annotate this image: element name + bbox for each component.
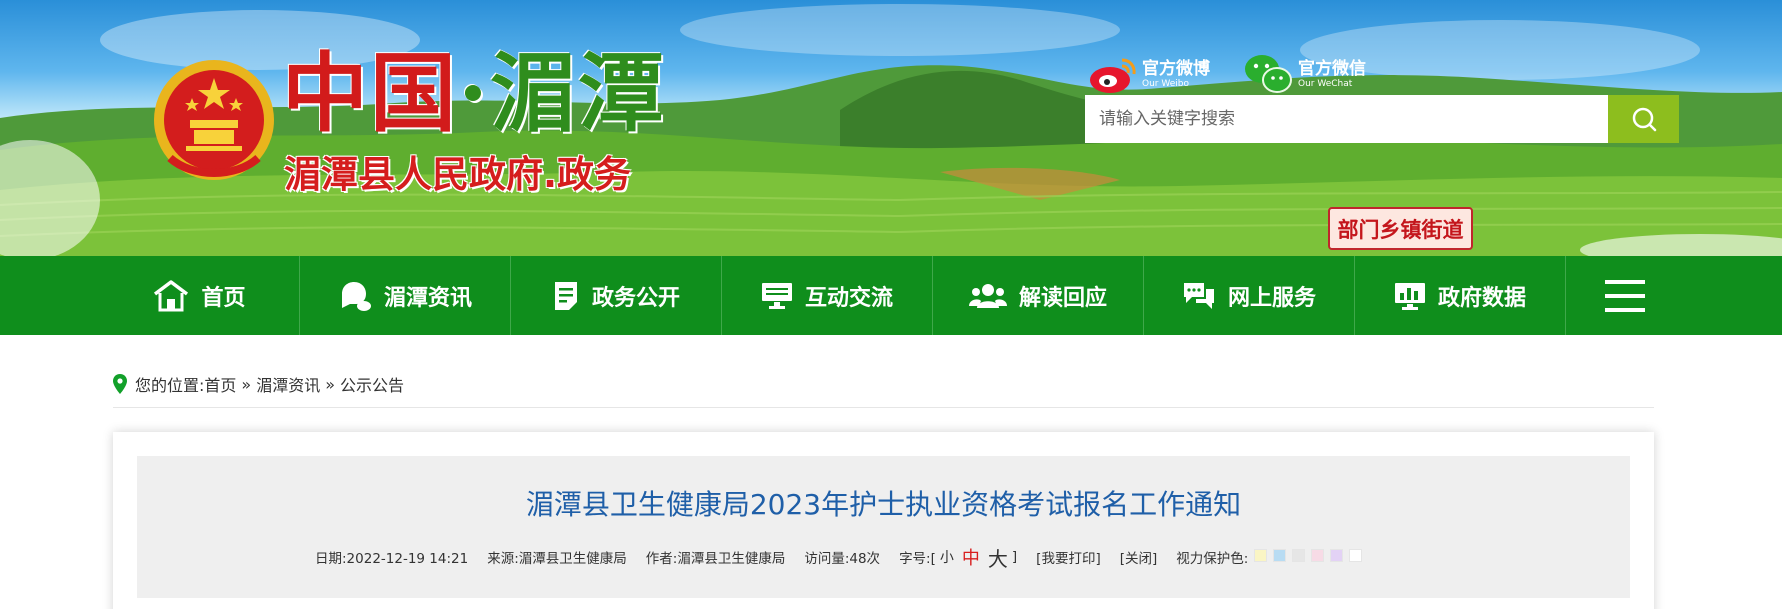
close-button[interactable]: [关闭] <box>1120 547 1158 567</box>
logo-part-china: 中国 <box>282 43 458 144</box>
home-icon <box>153 279 189 312</box>
font-size-close-bracket: ] <box>1011 549 1018 565</box>
nav-item-public-affairs[interactable]: 政务公开 <box>511 256 722 335</box>
weibo-icon <box>1090 58 1136 93</box>
nav-item-online-service[interactable]: 网上服务 <box>1144 256 1355 335</box>
font-size-label: 字号:[ <box>899 551 936 567</box>
eye-care-swatch-4[interactable] <box>1311 548 1325 562</box>
font-size-control: 字号:[ 小 中 大 ] <box>899 543 1017 572</box>
hamburger-icon <box>1605 279 1645 312</box>
article-header <box>137 456 1630 598</box>
nav-label-home: 首页 <box>201 285 246 311</box>
breadcrumb-section-link[interactable]: 湄潭资讯 <box>256 372 320 396</box>
wechat-en-label: Our WeChat <box>1298 79 1353 89</box>
people-icon <box>968 282 1007 310</box>
menu-button[interactable] <box>1568 256 1682 335</box>
site-subtitle: 湄潭县人民政府.政务 <box>284 153 632 196</box>
nav-item-interaction[interactable]: 互动交流 <box>722 256 933 335</box>
article-title: 湄潭县卫生健康局2023年护士执业资格考试报名工作通知 <box>525 488 1242 521</box>
eye-care-swatch-6[interactable] <box>1349 548 1363 562</box>
breadcrumb-separator: » <box>325 374 336 394</box>
chart-icon <box>1394 281 1426 311</box>
header-banner: 中国·湄潭 湄潭县人民政府.政务 官方微博 Our Weibo 官方微信 Our… <box>0 0 1782 256</box>
nav-label-interpretation: 解读回应 <box>1018 285 1107 311</box>
nav-item-home[interactable]: 首页 <box>100 256 300 335</box>
nav-item-interpretation[interactable]: 解读回应 <box>933 256 1144 335</box>
weibo-en-label: Our Weibo <box>1142 79 1189 89</box>
page: 中国·湄潭 湄潭县人民政府.政务 官方微博 Our Weibo 官方微信 Our… <box>0 0 1782 609</box>
nav-label-online-service: 网上服务 <box>1227 285 1316 311</box>
eye-care-swatch-2[interactable] <box>1273 548 1287 562</box>
chat-icon <box>1182 281 1216 311</box>
official-weibo-link[interactable]: 官方微博 Our Weibo <box>1088 52 1210 96</box>
article-views: 访问量:48次 <box>804 551 881 567</box>
article-meta: 日期:2022-12-19 14:21 来源:湄潭县卫生健康局 作者:湄潭县卫生… <box>315 543 1363 572</box>
weibo-label: 官方微博 <box>1142 59 1210 79</box>
national-emblem-icon <box>154 60 274 180</box>
breadcrumb-separator: » <box>241 374 252 394</box>
search-icon <box>1632 107 1656 132</box>
nav-label-public-affairs: 政务公开 <box>591 285 680 311</box>
logo-part-meitan: 湄潭 <box>489 43 666 144</box>
nav-label-news: 湄潭资讯 <box>383 285 472 311</box>
wechat-label: 官方微信 <box>1298 59 1366 79</box>
print-button[interactable]: [我要打印] <box>1036 547 1101 567</box>
department-town-button[interactable]: 部门乡镇街道 <box>1328 207 1473 250</box>
search-button[interactable] <box>1608 95 1679 143</box>
logo-dot: · <box>458 43 490 144</box>
nav-item-gov-data[interactable]: 政府数据 <box>1355 256 1566 335</box>
eye-care-swatch-3[interactable] <box>1292 548 1306 562</box>
site-logo-title: 中国·湄潭 <box>282 44 666 144</box>
breadcrumb-prefix: 您的位置: <box>135 376 205 395</box>
article-date: 日期:2022-12-19 14:21 <box>315 551 469 567</box>
breadcrumb-divider <box>113 407 1654 408</box>
document-icon <box>552 280 580 312</box>
article-author: 作者:湄潭县卫生健康局 <box>645 551 786 567</box>
breadcrumb-current-link[interactable]: 公示公告 <box>340 372 404 396</box>
nav-label-interaction: 互动交流 <box>804 285 893 311</box>
eye-care-swatch-5[interactable] <box>1330 548 1344 562</box>
article-source: 来源:湄潭县卫生健康局 <box>487 551 627 567</box>
breadcrumb: 您的位置: 首页 » 湄潭资讯 » 公示公告 <box>113 372 404 396</box>
nav-item-news[interactable]: 湄潭资讯 <box>300 256 511 335</box>
monitor-icon <box>761 281 793 311</box>
eye-care-label: 视力保护色: <box>1176 551 1249 567</box>
official-wechat-link[interactable]: 官方微信 Our WeChat <box>1244 52 1366 96</box>
wechat-icon <box>1245 55 1292 93</box>
main-nav: 首页 湄潭资讯 政务公开 互动交流 解读回应 网上服务 政府数据 <box>0 256 1782 335</box>
search-input[interactable] <box>1085 95 1608 143</box>
eye-care-swatch-1[interactable] <box>1254 548 1268 562</box>
news-icon <box>338 280 372 312</box>
breadcrumb-home-link[interactable]: 首页 <box>204 372 236 396</box>
font-large-button[interactable]: 大 <box>988 543 1008 572</box>
font-small-button[interactable]: 小 <box>940 547 954 567</box>
nav-label-gov-data: 政府数据 <box>1437 285 1526 311</box>
font-medium-button[interactable]: 中 <box>962 544 980 570</box>
eye-care-swatches <box>1248 548 1363 566</box>
location-pin-icon <box>113 374 127 394</box>
